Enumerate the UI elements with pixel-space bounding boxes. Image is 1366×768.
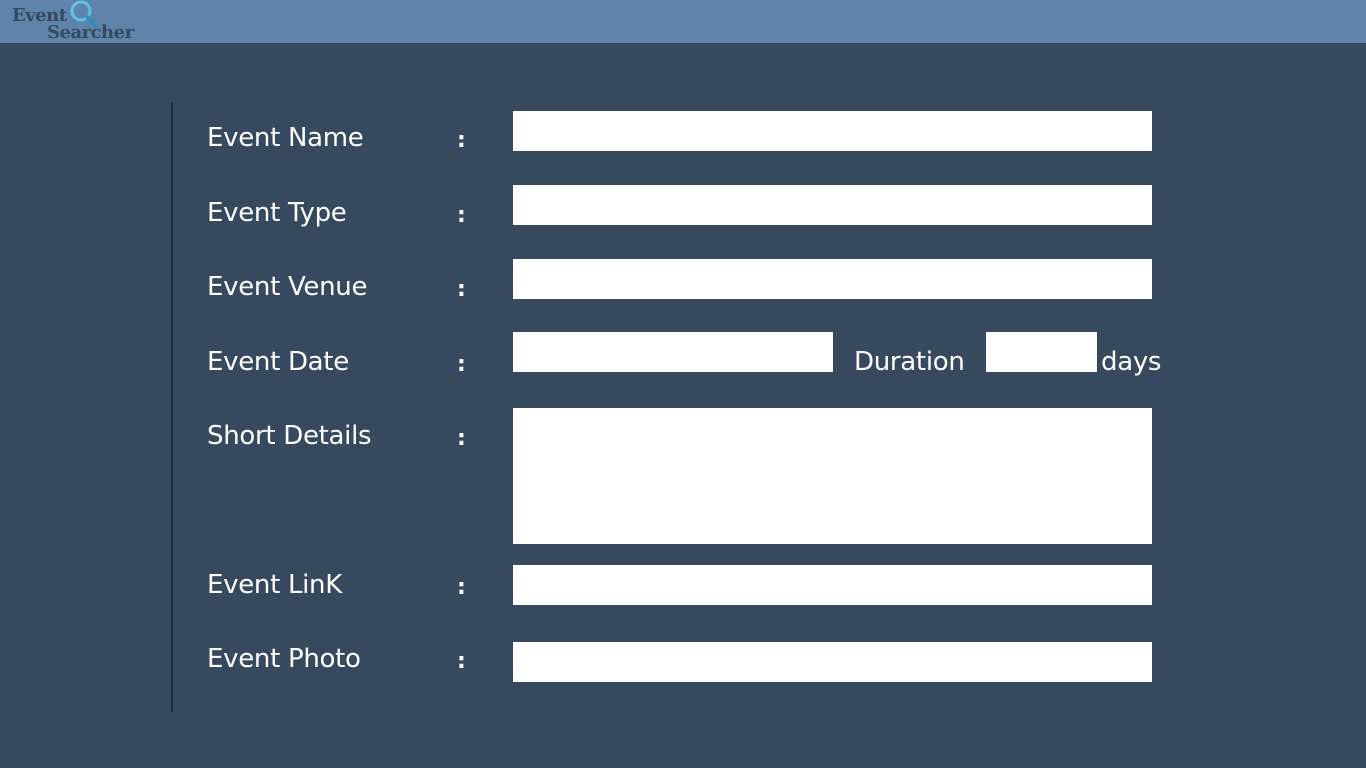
event-link-input[interactable] [513,565,1152,605]
event-date-colon: : [457,352,466,377]
duration-input[interactable] [986,332,1097,372]
short-details-textarea[interactable] [513,408,1152,544]
logo-word-searcher: Searcher [47,22,134,43]
event-name-input[interactable] [513,111,1152,151]
duration-label: Duration [854,347,965,377]
event-date-label: Event Date [207,347,349,377]
event-venue-input[interactable] [513,259,1152,299]
event-venue-label: Event Venue [207,272,368,302]
event-link-colon: : [457,575,466,600]
event-venue-colon: : [457,277,466,302]
duration-unit-label: days [1101,347,1162,377]
event-link-label: Event LinK [207,570,342,600]
event-type-input[interactable] [513,185,1152,225]
app-logo[interactable]: Event Searcher [12,0,137,43]
event-type-colon: : [457,203,466,228]
short-details-label: Short Details [207,421,372,451]
event-photo-colon: : [457,649,466,674]
event-date-input[interactable] [513,332,833,372]
event-name-colon: : [457,128,466,153]
short-details-colon: : [457,426,466,451]
header-bar: Event Searcher [0,0,1366,43]
event-photo-label: Event Photo [207,644,361,674]
form-divider-line [171,102,173,712]
event-name-label: Event Name [207,123,364,153]
event-photo-input[interactable] [513,642,1152,682]
event-type-label: Event Type [207,198,347,228]
